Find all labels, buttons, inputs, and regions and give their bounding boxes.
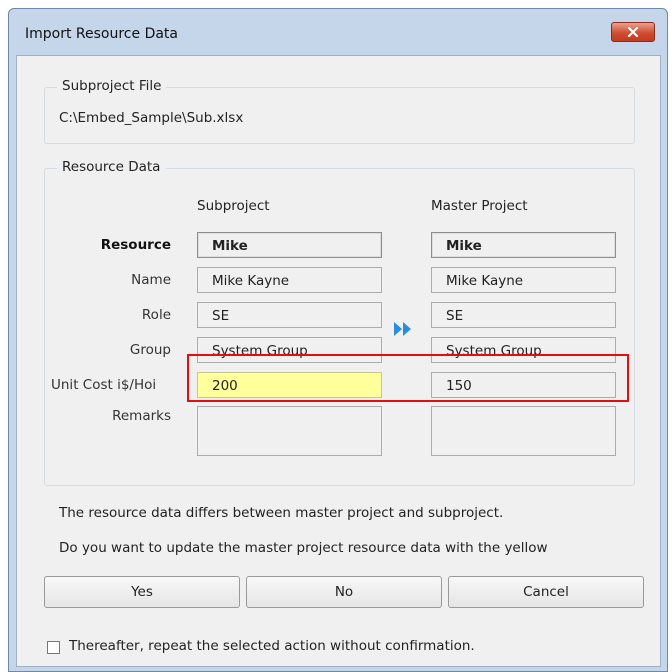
- remarks-label: Remarks: [112, 408, 171, 424]
- close-button[interactable]: [611, 22, 655, 42]
- dialog-content: Subproject File C:\Embed_Sample\Sub.xlsx…: [16, 55, 661, 667]
- resource-data-legend: Resource Data: [57, 159, 166, 175]
- subproject-resource-field[interactable]: Mike: [197, 232, 382, 258]
- master-remarks-field[interactable]: [431, 406, 616, 456]
- repeat-action-label[interactable]: Thereafter, repeat the selected action w…: [69, 638, 475, 654]
- master-project-column-header: Master Project: [431, 198, 528, 214]
- no-button[interactable]: No: [246, 576, 442, 608]
- title-bar[interactable]: Import Resource Data: [9, 9, 667, 55]
- difference-message: The resource data differs between master…: [59, 505, 504, 521]
- yes-button[interactable]: Yes: [44, 576, 240, 608]
- window-title: Import Resource Data: [25, 26, 178, 42]
- subproject-role-field[interactable]: SE: [197, 302, 382, 328]
- master-role-field[interactable]: SE: [431, 302, 616, 328]
- double-chevron-right-icon: [394, 322, 411, 336]
- unit-cost-label: Unit Cost i$/Hoi: [51, 377, 157, 393]
- resource-label: Resource: [100, 237, 171, 253]
- master-resource-field[interactable]: Mike: [431, 232, 616, 258]
- subproject-name-field[interactable]: Mike Kayne: [197, 267, 382, 293]
- subproject-remarks-field[interactable]: [197, 406, 382, 456]
- update-question: Do you want to update the master project…: [59, 540, 548, 556]
- group-label: Group: [129, 342, 171, 358]
- dialog-window: Import Resource Data Subproject File C:\…: [8, 8, 668, 672]
- subproject-column-header: Subproject: [197, 198, 270, 214]
- subproject-file-legend: Subproject File: [57, 78, 167, 94]
- repeat-action-checkbox[interactable]: [47, 641, 60, 654]
- difference-highlight-box: [187, 354, 629, 402]
- close-icon: [627, 27, 639, 37]
- master-name-field[interactable]: Mike Kayne: [431, 267, 616, 293]
- cancel-button[interactable]: Cancel: [448, 576, 644, 608]
- name-label: Name: [131, 272, 171, 288]
- subproject-file-path: C:\Embed_Sample\Sub.xlsx: [59, 110, 244, 126]
- role-label: Role: [141, 307, 171, 323]
